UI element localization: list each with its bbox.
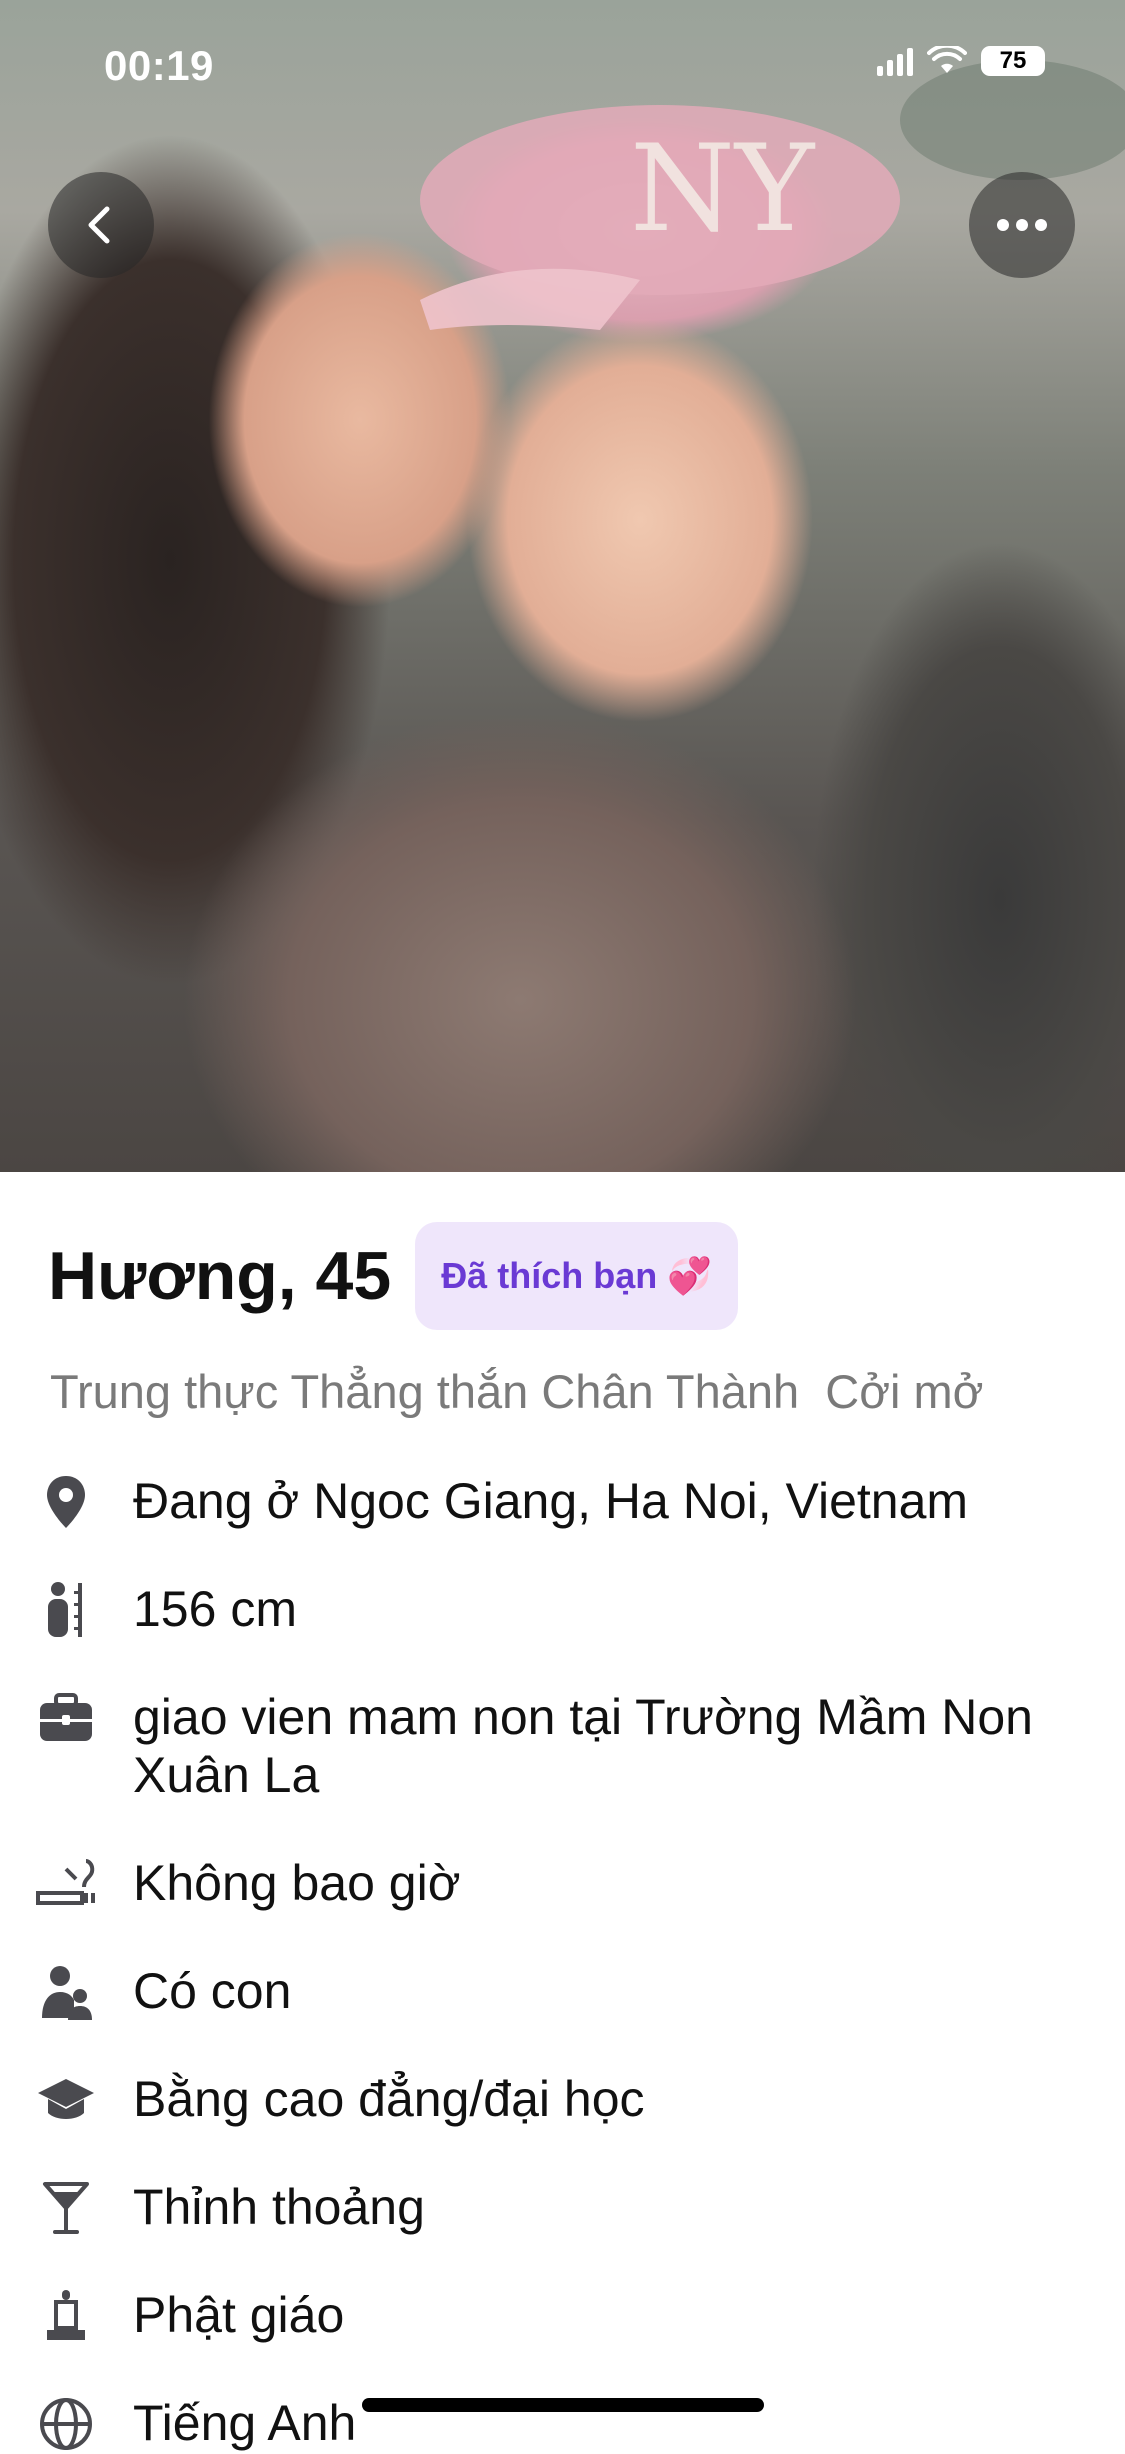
liked-you-badge: Đã thích bạn 💞	[415, 1222, 739, 1330]
profile-photo[interactable]: NY 00:19 75	[0, 0, 1125, 1172]
status-time: 00:19	[104, 42, 214, 89]
graduation-cap-icon	[36, 2070, 96, 2130]
more-dots-icon	[997, 219, 1047, 231]
detail-location-text: Đang ở Ngoc Giang, Ha Noi, Vietnam	[133, 1473, 969, 1529]
detail-height-text: 156 cm	[133, 1581, 297, 1637]
battery-icon: 75	[981, 46, 1045, 76]
detail-children-text: Có con	[133, 1963, 292, 2019]
status-icons: 75	[877, 46, 1045, 76]
religion-icon	[36, 2286, 96, 2346]
detail-education-text: Bằng cao đẳng/đại học	[133, 2071, 645, 2127]
wifi-icon	[927, 46, 967, 73]
cellular-signal-icon	[877, 46, 913, 76]
photo-illustration: NY	[420, 60, 1125, 330]
smoking-icon	[36, 1854, 96, 1914]
more-options-button[interactable]	[969, 172, 1075, 278]
detail-job-text: giao vien mam non tại Trường Mầm Non Xuâ…	[133, 1689, 1033, 1803]
chevron-left-icon	[88, 206, 110, 244]
detail-smoking-text: Không bao giờ	[133, 1855, 461, 1911]
name-row: Hương, 45 Đã thích bạn 💞	[48, 1222, 739, 1330]
home-indicator[interactable]	[362, 2398, 764, 2412]
briefcase-icon	[36, 1688, 96, 1748]
cocktail-glass-icon	[36, 2178, 96, 2238]
globe-icon	[36, 2394, 96, 2454]
detail-drinking-text: Thỉnh thoảng	[133, 2179, 425, 2235]
detail-religion-text: Phật giáo	[133, 2287, 345, 2343]
location-pin-icon	[36, 1472, 96, 1532]
height-icon	[36, 1580, 96, 1640]
personality-tags: Trung thực Thẳng thắn Chân Thành Cởi mở	[50, 1365, 984, 1418]
back-button[interactable]	[48, 172, 154, 278]
svg-text:NY: NY	[630, 120, 816, 259]
profile-name-age: Hương, 45	[48, 1238, 392, 1314]
children-icon	[36, 1962, 96, 2022]
